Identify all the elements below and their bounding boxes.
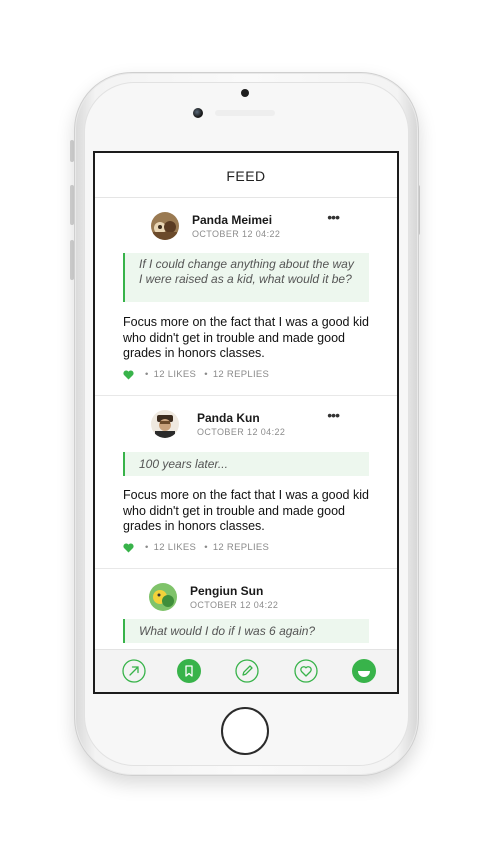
post-date: OCTOBER 12 04:22: [190, 600, 279, 610]
smile-icon: [352, 659, 376, 683]
post-date: OCTOBER 12 04:22: [197, 427, 286, 437]
post-body: Focus more on the fact that I was a good…: [123, 315, 369, 360]
phone-mockup: FEED Panda Meimei OCTOBER 12 04:22 ••• I…: [0, 0, 490, 845]
separator: •: [145, 369, 149, 380]
feed-list[interactable]: Panda Meimei OCTOBER 12 04:22 ••• If I c…: [95, 198, 397, 653]
avatar[interactable]: [149, 583, 177, 611]
replies-count[interactable]: 12 REPLIES: [213, 369, 269, 380]
author-name[interactable]: Panda Meimei: [192, 213, 272, 227]
feed-post[interactable]: Panda Kun OCTOBER 12 04:22 ••• 100 years…: [95, 396, 397, 569]
separator: •: [204, 542, 208, 553]
replies-count[interactable]: 12 REPLIES: [213, 542, 269, 553]
question-quote: 100 years later...: [123, 452, 369, 476]
post-body: Focus more on the fact that I was a good…: [123, 488, 369, 533]
heart-icon[interactable]: [123, 369, 134, 380]
feed-post[interactable]: Panda Meimei OCTOBER 12 04:22 ••• If I c…: [95, 198, 397, 396]
author-name[interactable]: Panda Kun: [197, 411, 260, 425]
tab-compose[interactable]: [235, 659, 259, 683]
earpiece-speaker: [215, 110, 275, 116]
page-title: FEED: [226, 168, 266, 184]
post-meta: • 12 LIKES • 12 REPLIES: [123, 369, 269, 380]
tab-likes[interactable]: [294, 659, 318, 683]
likes-count[interactable]: 12 LIKES: [154, 542, 197, 553]
feed-post[interactable]: Pengiun Sun OCTOBER 12 04:22 What would …: [95, 569, 397, 653]
avatar[interactable]: [151, 410, 179, 438]
app-screen: FEED Panda Meimei OCTOBER 12 04:22 ••• I…: [93, 151, 399, 694]
post-header: Pengiun Sun OCTOBER 12 04:22: [123, 569, 369, 619]
post-meta: • 12 LIKES • 12 REPLIES: [123, 542, 269, 553]
author-name[interactable]: Pengiun Sun: [190, 584, 263, 598]
bookmark-icon: [177, 659, 201, 683]
post-date: OCTOBER 12 04:22: [192, 229, 281, 239]
header-bar: FEED: [95, 153, 397, 198]
more-options-icon[interactable]: •••: [327, 408, 340, 422]
tab-bar: [95, 649, 397, 692]
separator: •: [145, 542, 149, 553]
post-header: Panda Kun OCTOBER 12 04:22 •••: [123, 396, 369, 446]
home-button: [221, 707, 269, 755]
tab-share[interactable]: [122, 659, 146, 683]
heart-icon: [294, 659, 318, 683]
avatar[interactable]: [151, 212, 179, 240]
separator: •: [204, 369, 208, 380]
more-options-icon[interactable]: •••: [327, 210, 340, 224]
front-camera: [193, 108, 203, 118]
question-quote: What would I do if I was 6 again?: [123, 619, 369, 643]
tab-bookmarks[interactable]: [177, 659, 201, 683]
question-quote: If I could change anything about the way…: [123, 253, 369, 302]
proximity-sensor: [241, 89, 249, 97]
post-header: Panda Meimei OCTOBER 12 04:22 •••: [123, 198, 369, 248]
pencil-icon: [235, 659, 259, 683]
share-arrow-icon: [122, 659, 146, 683]
heart-icon[interactable]: [123, 542, 134, 553]
likes-count[interactable]: 12 LIKES: [154, 369, 197, 380]
tab-profile[interactable]: [352, 659, 376, 683]
